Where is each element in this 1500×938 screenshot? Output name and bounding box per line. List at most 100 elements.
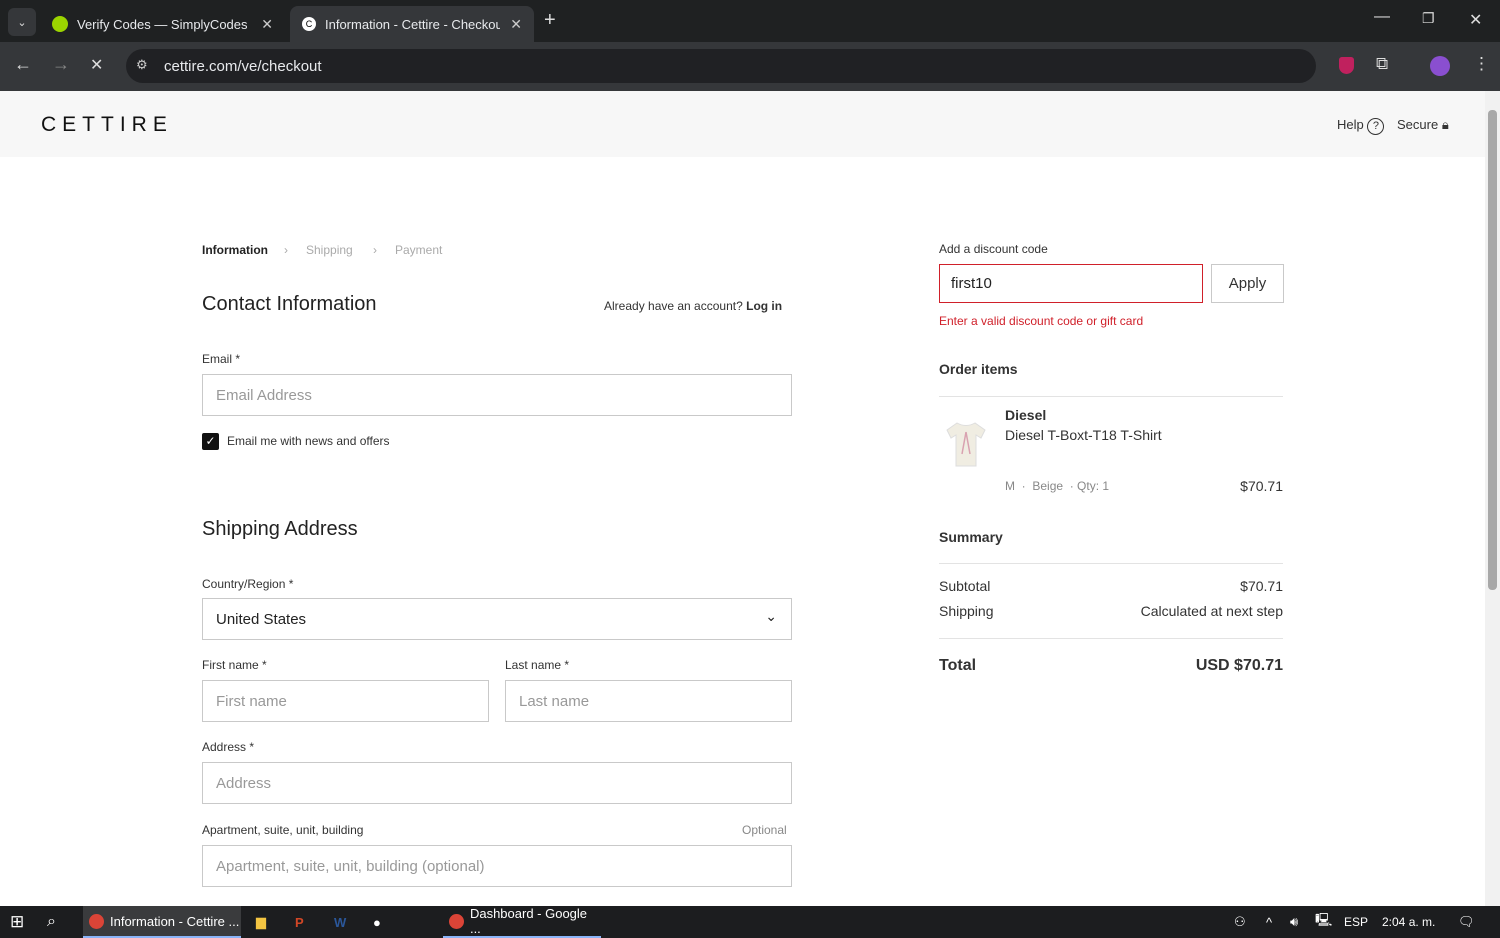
chevron-down-icon: ⌄: [765, 608, 777, 624]
newsletter-checkbox[interactable]: ✓: [202, 433, 219, 450]
lock-icon: 🔒︎: [1441, 117, 1449, 132]
tab-title: Information - Cettire - Checkou: [325, 16, 500, 32]
network-icon[interactable]: 🖳: [1315, 906, 1332, 938]
product-price: $70.71: [1240, 478, 1283, 494]
simplycodes-icon: [52, 16, 68, 32]
taskbar-chrome-dashboard[interactable]: Dashboard - Google ...: [443, 906, 601, 938]
cettire-favicon-icon: C: [302, 17, 316, 31]
app-icon[interactable]: ●: [373, 906, 381, 938]
address-field[interactable]: Address: [202, 762, 792, 804]
minimize-button[interactable]: —: [1374, 8, 1390, 26]
last-name-field[interactable]: Last name: [505, 680, 792, 722]
total-value: USD $70.71: [1195, 657, 1283, 674]
ublock-extension-icon[interactable]: [1339, 57, 1354, 74]
tab-search-button[interactable]: ⌄: [8, 8, 36, 36]
product-brand: Diesel: [1005, 407, 1047, 423]
first-name-field[interactable]: First name: [202, 680, 489, 722]
last-name-label: Last name *: [505, 658, 570, 672]
divider: [939, 396, 1283, 397]
optional-label: Optional: [742, 823, 787, 837]
email-label: Email *: [202, 352, 241, 366]
country-label: Country/Region *: [202, 577, 294, 591]
shipping-title: Shipping Address: [202, 518, 358, 540]
product-name: Diesel T-Boxt-T18 T-Shirt: [1005, 427, 1162, 443]
product-thumbnail: [943, 420, 989, 468]
first-name-label: First name *: [202, 658, 267, 672]
order-items-title: Order items: [939, 361, 1018, 377]
search-icon[interactable]: ⌕: [47, 906, 56, 938]
volume-icon[interactable]: 🔊︎: [1290, 906, 1298, 938]
windows-taskbar: ⊞ ⌕ Information - Cettire ... ▆ P W ● Da…: [0, 906, 1500, 938]
extensions-icon[interactable]: ⧉: [1376, 54, 1388, 74]
tab-simplycodes[interactable]: Verify Codes — SimplyCodes ✕: [40, 6, 285, 42]
help-icon: ?: [1367, 118, 1385, 135]
tray-chevron-icon[interactable]: ^: [1266, 906, 1272, 938]
product-color: Beige: [1032, 479, 1064, 493]
newsletter-label: Email me with news and offers: [227, 434, 390, 448]
account-prompt: Already have an account? Log in: [604, 299, 782, 313]
help-label: Help: [1337, 117, 1364, 132]
product-size: M: [1005, 479, 1015, 493]
shipping-value: Calculated at next step: [1140, 603, 1283, 619]
taskbar-chrome-cettire[interactable]: Information - Cettire ...: [83, 906, 241, 938]
url-text: cettire.com/ve/checkout: [164, 57, 322, 75]
product-variant: M · Beige · Qty: 1: [1005, 479, 1110, 493]
divider: [939, 563, 1283, 564]
new-tab-button[interactable]: +: [544, 9, 556, 32]
apartment-field[interactable]: Apartment, suite, unit, building (option…: [202, 845, 792, 887]
subtotal-value: $70.71: [1240, 578, 1283, 594]
language-indicator[interactable]: ESP: [1344, 906, 1368, 938]
tab-strip: ⌄ Verify Codes — SimplyCodes ✕ C Informa…: [0, 0, 1500, 42]
stop-loading-icon[interactable]: ✕: [90, 55, 103, 75]
discount-label: Add a discount code: [939, 242, 1048, 256]
email-field[interactable]: Email Address: [202, 374, 792, 416]
tab-cettire[interactable]: C Information - Cettire - Checkou ✕: [290, 6, 534, 42]
people-icon[interactable]: ⚇: [1234, 906, 1246, 938]
secure-indicator: Secure 🔒︎: [1397, 117, 1449, 133]
secure-label: Secure: [1397, 117, 1439, 132]
divider: [939, 638, 1283, 639]
taskbar-app-label: Information - Cettire ...: [110, 913, 240, 929]
discount-code-input[interactable]: first10: [939, 264, 1203, 303]
discount-error: Enter a valid discount code or gift card: [939, 314, 1144, 328]
login-link[interactable]: Log in: [746, 299, 782, 313]
account-prompt-text: Already have an account?: [604, 299, 743, 313]
close-tab-icon[interactable]: ✕: [510, 16, 522, 33]
address-label: Address *: [202, 740, 255, 754]
clock[interactable]: 2:04 a. m.: [1382, 906, 1435, 938]
scrollbar-thumb[interactable]: [1488, 110, 1497, 590]
forward-icon[interactable]: →: [52, 54, 70, 75]
restore-button[interactable]: ❐: [1422, 10, 1435, 27]
address-bar[interactable]: ⚙ cettire.com/ve/checkout: [126, 49, 1316, 83]
back-icon[interactable]: ←: [14, 54, 32, 75]
start-button[interactable]: ⊞: [10, 906, 24, 938]
apartment-label: Apartment, suite, unit, building: [202, 823, 364, 837]
apply-button[interactable]: Apply: [1211, 264, 1284, 303]
breadcrumb-shipping[interactable]: Shipping: [306, 243, 353, 257]
product-qty: Qty: 1: [1077, 479, 1110, 493]
site-header: [0, 91, 1485, 157]
close-window-button[interactable]: ✕: [1469, 10, 1482, 30]
file-explorer-icon[interactable]: ▆: [256, 906, 266, 938]
word-icon[interactable]: W: [334, 906, 346, 938]
country-value: United States: [216, 610, 307, 628]
notifications-icon[interactable]: 🗨: [1458, 906, 1475, 938]
taskbar-app-label: Dashboard - Google ...: [469, 906, 588, 936]
chevron-right-icon: ›: [373, 243, 377, 257]
close-tab-icon[interactable]: ✕: [261, 16, 273, 33]
contact-title: Contact Information: [202, 293, 377, 315]
powerpoint-icon[interactable]: P: [295, 906, 304, 938]
menu-icon[interactable]: ⋮: [1473, 54, 1490, 74]
chevron-right-icon: ›: [284, 243, 288, 257]
subtotal-label: Subtotal: [939, 578, 991, 594]
chrome-icon: [449, 913, 464, 929]
shipping-label: Shipping: [939, 603, 994, 619]
breadcrumb-information: Information: [202, 243, 268, 257]
summary-title: Summary: [939, 529, 1003, 545]
breadcrumb-payment[interactable]: Payment: [395, 243, 442, 257]
site-info-icon[interactable]: ⚙: [136, 57, 148, 73]
cettire-logo[interactable]: CETTIRE: [41, 113, 173, 137]
profile-avatar[interactable]: [1430, 56, 1450, 76]
help-link[interactable]: Help ?: [1337, 117, 1385, 135]
country-select[interactable]: United States ⌄: [202, 598, 792, 640]
